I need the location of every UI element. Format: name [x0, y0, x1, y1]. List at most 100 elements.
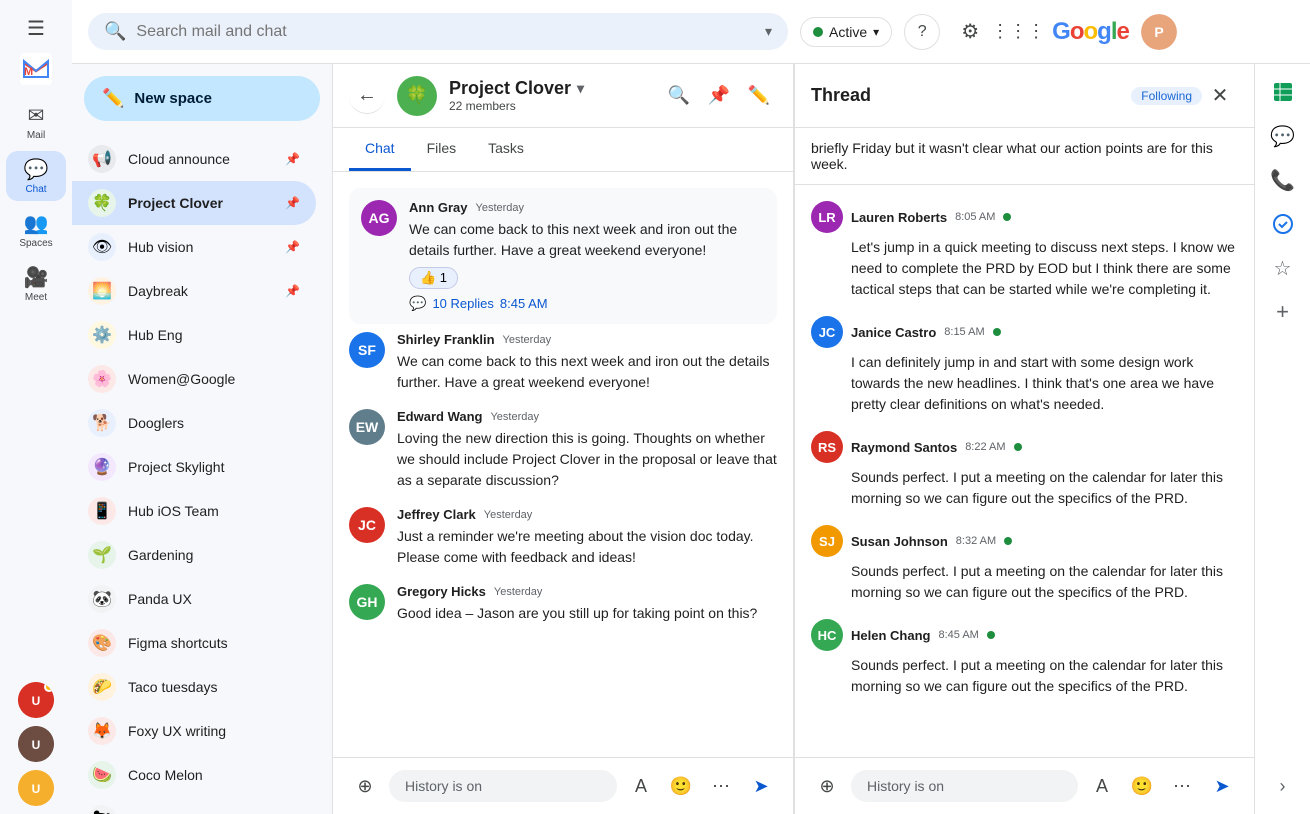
user-avatar-3[interactable]: U	[18, 770, 54, 806]
thread-author-raymond-santos: Raymond Santos	[851, 440, 957, 455]
space-info: Project Clover ▾ 22 members	[449, 78, 649, 113]
global-header: 🔍 ▾ Active ▾ ? ⚙ ⋮⋮⋮ Google P	[72, 0, 1310, 64]
status-button[interactable]: Active ▾	[800, 17, 892, 47]
sidebar-item-taco-tuesdays[interactable]: 🌮 Taco tuesdays	[72, 665, 316, 709]
tab-chat[interactable]: Chat	[349, 128, 411, 171]
pin-icon-daybreak: 📌	[285, 284, 300, 298]
foxy-ux-label: Foxy UX writing	[128, 723, 300, 739]
message-input[interactable]: History is on	[389, 770, 617, 802]
expand-button[interactable]: ›	[1263, 766, 1303, 806]
thread-avatar-lauren-roberts: LR	[811, 201, 843, 233]
message-text-shirley-franklin: We can come back to this next week and i…	[397, 351, 777, 393]
phone-right-button[interactable]: 📞	[1263, 160, 1303, 200]
pin-button[interactable]: 📌	[701, 78, 737, 114]
space-title[interactable]: Project Clover ▾	[449, 78, 649, 99]
thread-avatar-raymond-santos: RS	[811, 431, 843, 463]
project-skylight-icon: 🔮	[88, 453, 116, 481]
sidebar-item-hub-eng[interactable]: ⚙️ Hub Eng	[72, 313, 316, 357]
thread-more-button[interactable]: ⋯	[1166, 770, 1198, 802]
thread-input[interactable]: History is on	[851, 770, 1078, 802]
thread-time-raymond-santos: 8:22 AM	[965, 441, 1005, 453]
ski-crew-icon: ⛷	[88, 805, 116, 814]
thread-format-button[interactable]: A	[1086, 770, 1118, 802]
new-space-button[interactable]: ✏️ New space	[84, 76, 320, 121]
thread-message-janice-castro: JC Janice Castro 8:15 AM I can definitel…	[811, 316, 1238, 415]
sidebar-item-coco-melon[interactable]: 🍉 Coco Melon	[72, 753, 316, 797]
nav-meet[interactable]: 🎥 Meet	[6, 259, 66, 309]
avatar-jeffrey-clark: JC	[349, 507, 385, 543]
tab-tasks[interactable]: Tasks	[472, 128, 540, 171]
messages-list: AG Ann Gray Yesterday We can come back t…	[333, 172, 793, 757]
dooglers-label: Dooglers	[128, 415, 300, 431]
sidebar-item-hub-vision[interactable]: 👁 Hub vision 📌	[72, 225, 316, 269]
thread-input-area: ⊕ History is on A 🙂 ⋯ ➤	[795, 757, 1254, 814]
thread-emoji-button[interactable]: 🙂	[1126, 770, 1158, 802]
thread-time-susan-johnson: 8:32 AM	[956, 535, 996, 547]
message-time-gregory-hicks: Yesterday	[494, 586, 543, 598]
chat-search-button[interactable]: 🔍	[661, 78, 697, 114]
sidebar-item-daybreak[interactable]: 🌅 Daybreak 📌	[72, 269, 316, 313]
sidebar-item-figma-shortcuts[interactable]: 🎨 Figma shortcuts	[72, 621, 316, 665]
search-dropdown-icon[interactable]: ▾	[765, 23, 772, 40]
thread-close-button[interactable]: ✕	[1202, 78, 1238, 114]
sidebar-item-panda-ux[interactable]: 🐼 Panda UX	[72, 577, 316, 621]
replies-btn-ann-gray[interactable]: 💬 10 Replies 8:45 AM	[409, 295, 765, 312]
search-bar[interactable]: 🔍 ▾	[88, 13, 788, 50]
emoji-button[interactable]: 🙂	[665, 770, 697, 802]
thread-panel: Thread Following ✕ briefly Friday but it…	[794, 64, 1254, 814]
profile-avatar[interactable]: P	[1141, 14, 1177, 50]
sidebar-item-cloud-announce[interactable]: 📢 Cloud announce 📌	[72, 137, 316, 181]
thread-time-lauren-roberts: 8:05 AM	[955, 211, 995, 223]
hamburger-menu[interactable]: ☰	[19, 8, 53, 49]
reaction-ann-gray[interactable]: 👍 1	[409, 267, 458, 289]
icon-sidebar: ☰ M ✉ Mail 💬 Chat 👥 Spaces 🎥 Meet	[0, 0, 72, 814]
sidebar-item-project-clover[interactable]: 🍀 Project Clover 📌	[72, 181, 316, 225]
sidebar-item-project-skylight[interactable]: 🔮 Project Skylight	[72, 445, 316, 489]
nav-spaces[interactable]: 👥 Spaces	[6, 205, 66, 255]
sidebar-item-gardening[interactable]: 🌱 Gardening	[72, 533, 316, 577]
svg-text:P: P	[1154, 24, 1163, 40]
settings-button[interactable]: ⚙	[952, 14, 988, 50]
nav-mail[interactable]: ✉ Mail	[6, 97, 66, 147]
message-group-shirley-franklin: SF Shirley Franklin Yesterday We can com…	[349, 324, 777, 401]
apps-button[interactable]: ⋮⋮⋮	[1000, 14, 1036, 50]
compose-button[interactable]: ✏️	[741, 78, 777, 114]
thread-add-button[interactable]: ⊕	[811, 770, 843, 802]
thread-text-helen-chang: Sounds perfect. I put a meeting on the c…	[851, 655, 1238, 697]
message-text-gregory-hicks: Good idea – Jason are you still up for t…	[397, 603, 777, 624]
add-button[interactable]: ⊕	[349, 770, 381, 802]
back-button[interactable]: ←	[349, 78, 385, 114]
figma-shortcuts-icon: 🎨	[88, 629, 116, 657]
coco-melon-icon: 🍉	[88, 761, 116, 789]
replies-time: 8:45 AM	[500, 296, 548, 311]
user-avatar-2[interactable]: U	[18, 726, 54, 762]
message-content-gregory-hicks: Gregory Hicks Yesterday Good idea – Jaso…	[397, 584, 777, 624]
star-right-button[interactable]: ☆	[1263, 248, 1303, 288]
add-right-button[interactable]: +	[1263, 292, 1303, 332]
message-group-gregory-hicks: GH Gregory Hicks Yesterday Good idea – J…	[349, 576, 777, 632]
spaces-sidebar: ✏️ New space 📢 Cloud announce 📌 🍀 Projec…	[72, 64, 332, 814]
chat-right-button[interactable]: 💬	[1263, 116, 1303, 156]
send-button[interactable]: ➤	[745, 770, 777, 802]
help-button[interactable]: ?	[904, 14, 940, 50]
sidebar-item-hub-ios-team[interactable]: 📱 Hub iOS Team	[72, 489, 316, 533]
sidebar-item-women-at-google[interactable]: 🌸 Women@Google	[72, 357, 316, 401]
hub-ios-icon: 📱	[88, 497, 116, 525]
tab-files[interactable]: Files	[411, 128, 473, 171]
nav-chat[interactable]: 💬 Chat	[6, 151, 66, 201]
message-content-shirley-franklin: Shirley Franklin Yesterday We can come b…	[397, 332, 777, 393]
coco-melon-label: Coco Melon	[128, 767, 300, 783]
dooglers-icon: 🐕	[88, 409, 116, 437]
thread-send-button[interactable]: ➤	[1206, 770, 1238, 802]
tasks-right-button[interactable]	[1263, 204, 1303, 244]
format-button[interactable]: A	[625, 770, 657, 802]
sidebar-item-dooglers[interactable]: 🐕 Dooglers	[72, 401, 316, 445]
edit-icon: ✏️	[102, 88, 124, 109]
user-avatar-1[interactable]: U	[18, 682, 54, 718]
sidebar-item-ski-crew[interactable]: ⛷ Ski crew	[72, 797, 316, 814]
sheets-button[interactable]	[1263, 72, 1303, 112]
more-options-button[interactable]: ⋯	[705, 770, 737, 802]
search-input[interactable]	[136, 23, 755, 41]
sidebar-item-foxy-ux-writing[interactable]: 🦊 Foxy UX writing	[72, 709, 316, 753]
taco-tuesdays-label: Taco tuesdays	[128, 679, 300, 695]
